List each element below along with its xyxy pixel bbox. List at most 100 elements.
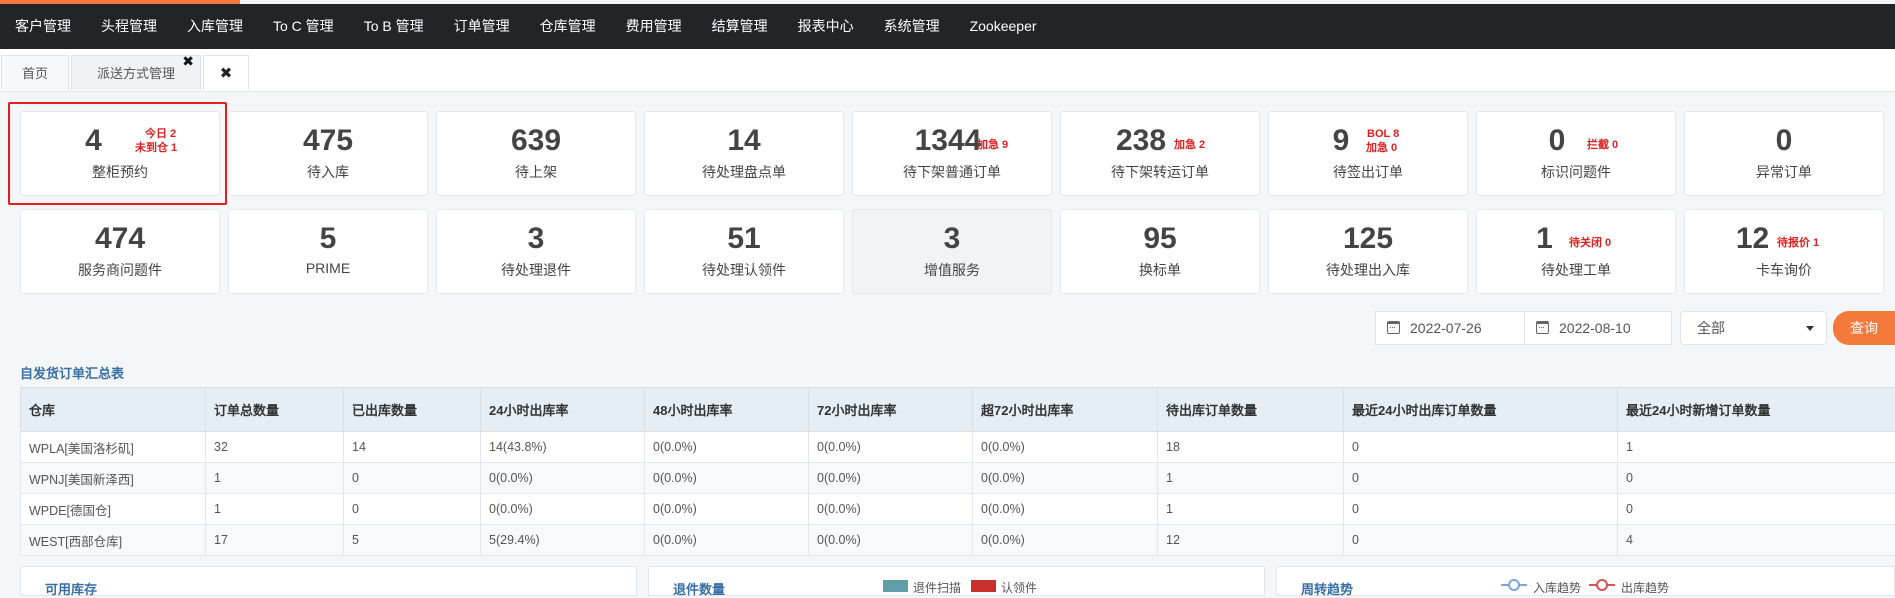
- card-container-appointment[interactable]: 4 今日 2 未到仓 1 整柜预约: [20, 111, 220, 196]
- cell: 14: [344, 432, 481, 463]
- card-label: 卡车询价: [1685, 260, 1883, 280]
- end-date-value: 2022-08-10: [1559, 320, 1631, 336]
- cell: WPNJ[美国新泽西]: [21, 463, 206, 494]
- cell: 0: [344, 463, 481, 494]
- nav-first-leg[interactable]: 头程管理: [86, 4, 172, 49]
- card-pending-picking-normal[interactable]: 1344 加急 9 待下架普通订单: [852, 111, 1052, 196]
- col-over72h-rate: 超72小时出库率: [973, 388, 1158, 432]
- cell: WPDE[德国仓]: [21, 494, 206, 525]
- start-date-input[interactable]: 2022-07-26: [1375, 311, 1525, 345]
- returns-panel: 退件数量 退件扫描 认领件: [648, 566, 1265, 596]
- query-button[interactable]: 查询: [1833, 311, 1895, 345]
- tab-dispatch-method[interactable]: 派送方式管理 ✖: [71, 55, 201, 90]
- nav-orders[interactable]: 订单管理: [439, 4, 525, 49]
- cell: WPLA[美国洛杉矶]: [21, 432, 206, 463]
- cell: 0(0.0%): [481, 463, 645, 494]
- summary-title: 自发货订单汇总表: [20, 363, 124, 382]
- card-extra-urgent: 加急 0: [1366, 142, 1397, 155]
- card-value: 51: [645, 222, 843, 256]
- card-pending-claims[interactable]: 51 待处理认领件: [644, 209, 844, 294]
- card-pending-inbound[interactable]: 475 待入库: [228, 111, 428, 196]
- card-pending-tickets[interactable]: 1 待关闭 0 待处理工单: [1476, 209, 1676, 294]
- cell: 0: [1344, 432, 1618, 463]
- card-label-issues[interactable]: 0 拦截 0 标识问题件: [1476, 111, 1676, 196]
- start-date-value: 2022-07-26: [1410, 320, 1482, 336]
- card-label: 待处理出入库: [1269, 260, 1467, 280]
- card-truck-quote[interactable]: 12 待报价 1 卡车询价: [1684, 209, 1884, 294]
- nav-reports[interactable]: 报表中心: [783, 4, 869, 49]
- cell: 0: [1618, 494, 1895, 525]
- card-extra-urgent: 加急 9: [977, 139, 1008, 152]
- returns-scan-legend-label: 退件扫描: [913, 579, 961, 596]
- card-prime[interactable]: 5 PRIME: [228, 209, 428, 294]
- nav-to-c[interactable]: To C 管理: [258, 4, 349, 49]
- card-label: 增值服务: [853, 260, 1051, 280]
- cell: 0(0.0%): [645, 432, 809, 463]
- cell: 0(0.0%): [645, 494, 809, 525]
- card-label: 待上架: [437, 162, 635, 182]
- nav-settlement[interactable]: 结算管理: [697, 4, 783, 49]
- card-pending-inout[interactable]: 125 待处理出入库: [1268, 209, 1468, 294]
- col-pending: 待出库订单数量: [1158, 388, 1344, 432]
- col-72h-rate: 72小时出库率: [809, 388, 973, 432]
- nav-fees[interactable]: 费用管理: [611, 4, 697, 49]
- nav-warehouse[interactable]: 仓库管理: [525, 4, 611, 49]
- nav-customer[interactable]: 客户管理: [0, 4, 86, 49]
- nav-inbound[interactable]: 入库管理: [172, 4, 258, 49]
- card-pending-picking-transfer[interactable]: 238 加急 2 待下架转运订单: [1060, 111, 1260, 196]
- cell: 1: [206, 463, 344, 494]
- nav-to-b[interactable]: To B 管理: [349, 4, 439, 49]
- cell: 0(0.0%): [809, 525, 973, 556]
- col-total: 订单总数量: [206, 388, 344, 432]
- card-label: 服务商问题件: [21, 260, 219, 280]
- cell: 0(0.0%): [645, 463, 809, 494]
- cell: 0(0.0%): [973, 463, 1158, 494]
- card-extra-to-quote: 待报价 1: [1777, 237, 1819, 250]
- cell: 0: [1618, 463, 1895, 494]
- card-label: 待下架转运订单: [1061, 162, 1259, 182]
- card-provider-issues[interactable]: 474 服务商问题件: [20, 209, 220, 294]
- col-recent-shipped: 最近24小时出库订单数量: [1344, 388, 1618, 432]
- card-value: 3: [853, 222, 1051, 256]
- close-all-tabs-button[interactable]: ✖: [203, 55, 249, 90]
- card-label: 待入库: [229, 162, 427, 182]
- cell: 17: [206, 525, 344, 556]
- tab-home[interactable]: 首页: [1, 55, 69, 90]
- card-value: 475: [229, 124, 427, 158]
- card-label: 整柜预约: [21, 162, 219, 182]
- end-date-input[interactable]: 2022-08-10: [1524, 311, 1672, 345]
- cell: 14(43.8%): [481, 432, 645, 463]
- nav-system[interactable]: 系统管理: [869, 4, 955, 49]
- cell: 5: [344, 525, 481, 556]
- card-exception-orders[interactable]: 0 异常订单: [1684, 111, 1884, 196]
- card-pending-returns[interactable]: 3 待处理退件: [436, 209, 636, 294]
- status-select[interactable]: 全部: [1680, 311, 1827, 345]
- card-value: 3: [437, 222, 635, 256]
- close-icon[interactable]: ✖: [182, 54, 194, 68]
- cell: 1: [1618, 432, 1895, 463]
- cell: 0: [1344, 525, 1618, 556]
- cell: 1: [1158, 463, 1344, 494]
- nav-zookeeper[interactable]: Zookeeper: [955, 4, 1052, 49]
- card-extra-bol: BOL 8: [1367, 128, 1399, 141]
- card-label: 待签出订单: [1269, 162, 1467, 182]
- inventory-panel: 可用库存: [20, 566, 637, 596]
- card-extra-intercept: 拦截 0: [1587, 139, 1618, 152]
- card-value: 474: [21, 222, 219, 256]
- card-pending-signout[interactable]: 9 BOL 8 加急 0 待签出订单: [1268, 111, 1468, 196]
- table-row: WEST[西部仓库] 17 5 5(29.4%) 0(0.0%) 0(0.0%)…: [21, 525, 1895, 556]
- card-label: 待下架普通订单: [853, 162, 1051, 182]
- outbound-trend-legend-label: 出库趋势: [1621, 579, 1669, 596]
- cell: 18: [1158, 432, 1344, 463]
- card-pending-shelving[interactable]: 639 待上架: [436, 111, 636, 196]
- cell: 0: [1344, 494, 1618, 525]
- card-value-added[interactable]: 3 增值服务: [852, 209, 1052, 294]
- col-recent-new: 最近24小时新增订单数量: [1618, 388, 1895, 432]
- cell: 0(0.0%): [809, 494, 973, 525]
- claims-legend-label: 认领件: [1001, 579, 1037, 596]
- calendar-icon: [1536, 321, 1549, 334]
- trend-panel: 周转趋势 入库趋势 出库趋势: [1276, 566, 1895, 596]
- card-relabel[interactable]: 95 换标单: [1060, 209, 1260, 294]
- card-pending-stocktake[interactable]: 14 待处理盘点单: [644, 111, 844, 196]
- chevron-down-icon: [1806, 326, 1814, 331]
